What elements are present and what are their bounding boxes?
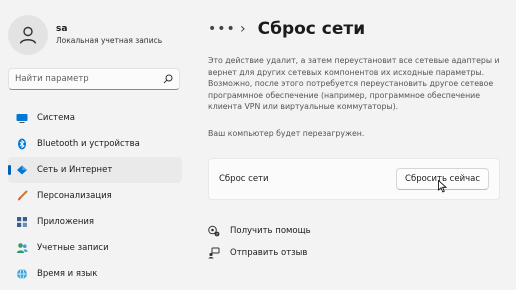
user-profile[interactable]: sa Локальная учетная запись [8, 15, 162, 55]
sidebar-item-label: Система [37, 113, 75, 123]
bluetooth-icon [16, 138, 28, 150]
breadcrumb: ••• › Сброс сети [208, 14, 365, 44]
sidebar-nav: Система Bluetooth и устройства Сеть и Ин… [8, 105, 182, 287]
send-feedback-label: Отправить отзыв [230, 248, 308, 258]
globe-clock-icon [16, 268, 28, 280]
search-icon[interactable] [163, 74, 173, 84]
account-type: Локальная учетная запись [56, 36, 163, 45]
chevron-right-icon: › [240, 21, 246, 37]
search-box[interactable] [8, 68, 180, 90]
sidebar: sa Локальная учетная запись Система Blue… [0, 0, 190, 290]
brush-icon [16, 190, 28, 202]
mouse-cursor-icon [438, 180, 447, 193]
help-icon: ? [208, 225, 220, 237]
restart-note: Ваш компьютер будет перезагружен. [208, 129, 365, 138]
page-title: Сброс сети [257, 19, 366, 39]
sidebar-item-bluetooth[interactable]: Bluetooth и устройства [8, 131, 182, 157]
help-links: ? Получить помощь Отправить отзыв [208, 220, 311, 264]
get-help-link[interactable]: ? Получить помощь [208, 220, 311, 242]
sidebar-item-network[interactable]: Сеть и Интернет [8, 157, 182, 183]
svg-text:?: ? [216, 231, 218, 236]
accounts-icon [16, 242, 28, 254]
wifi-diamond-icon [16, 164, 28, 176]
send-feedback-link[interactable]: Отправить отзыв [208, 242, 311, 264]
main-content: ••• › Сброс сети Это действие удалит, а … [198, 0, 516, 290]
sidebar-item-personalization[interactable]: Персонализация [8, 183, 182, 209]
feedback-icon [208, 247, 220, 259]
sidebar-item-system[interactable]: Система [8, 105, 182, 131]
reset-card-label: Сброс сети [219, 174, 269, 184]
sidebar-item-time-language[interactable]: Время и язык [8, 261, 182, 287]
sidebar-item-label: Персонализация [37, 191, 112, 201]
apps-icon [16, 216, 28, 228]
sidebar-item-accounts[interactable]: Учетные записи [8, 235, 182, 261]
sidebar-item-label: Учетные записи [37, 243, 109, 253]
reset-network-card: Сброс сети Сбросить сейчас [208, 158, 500, 200]
breadcrumb-overflow-button[interactable]: ••• [208, 21, 235, 37]
sidebar-item-label: Приложения [37, 217, 95, 227]
sidebar-item-apps[interactable]: Приложения [8, 209, 182, 235]
user-icon [19, 26, 37, 44]
avatar [8, 15, 48, 55]
profile-name: sa [56, 24, 68, 34]
sidebar-item-label: Bluetooth и устройства [37, 139, 140, 149]
monitor-icon [16, 112, 28, 124]
sidebar-item-label: Сеть и Интернет [37, 165, 113, 175]
search-input[interactable] [15, 74, 163, 84]
description-text: Это действие удалит, а затем переустанов… [208, 56, 500, 111]
get-help-label: Получить помощь [230, 226, 311, 236]
sidebar-item-label: Время и язык [37, 269, 98, 279]
